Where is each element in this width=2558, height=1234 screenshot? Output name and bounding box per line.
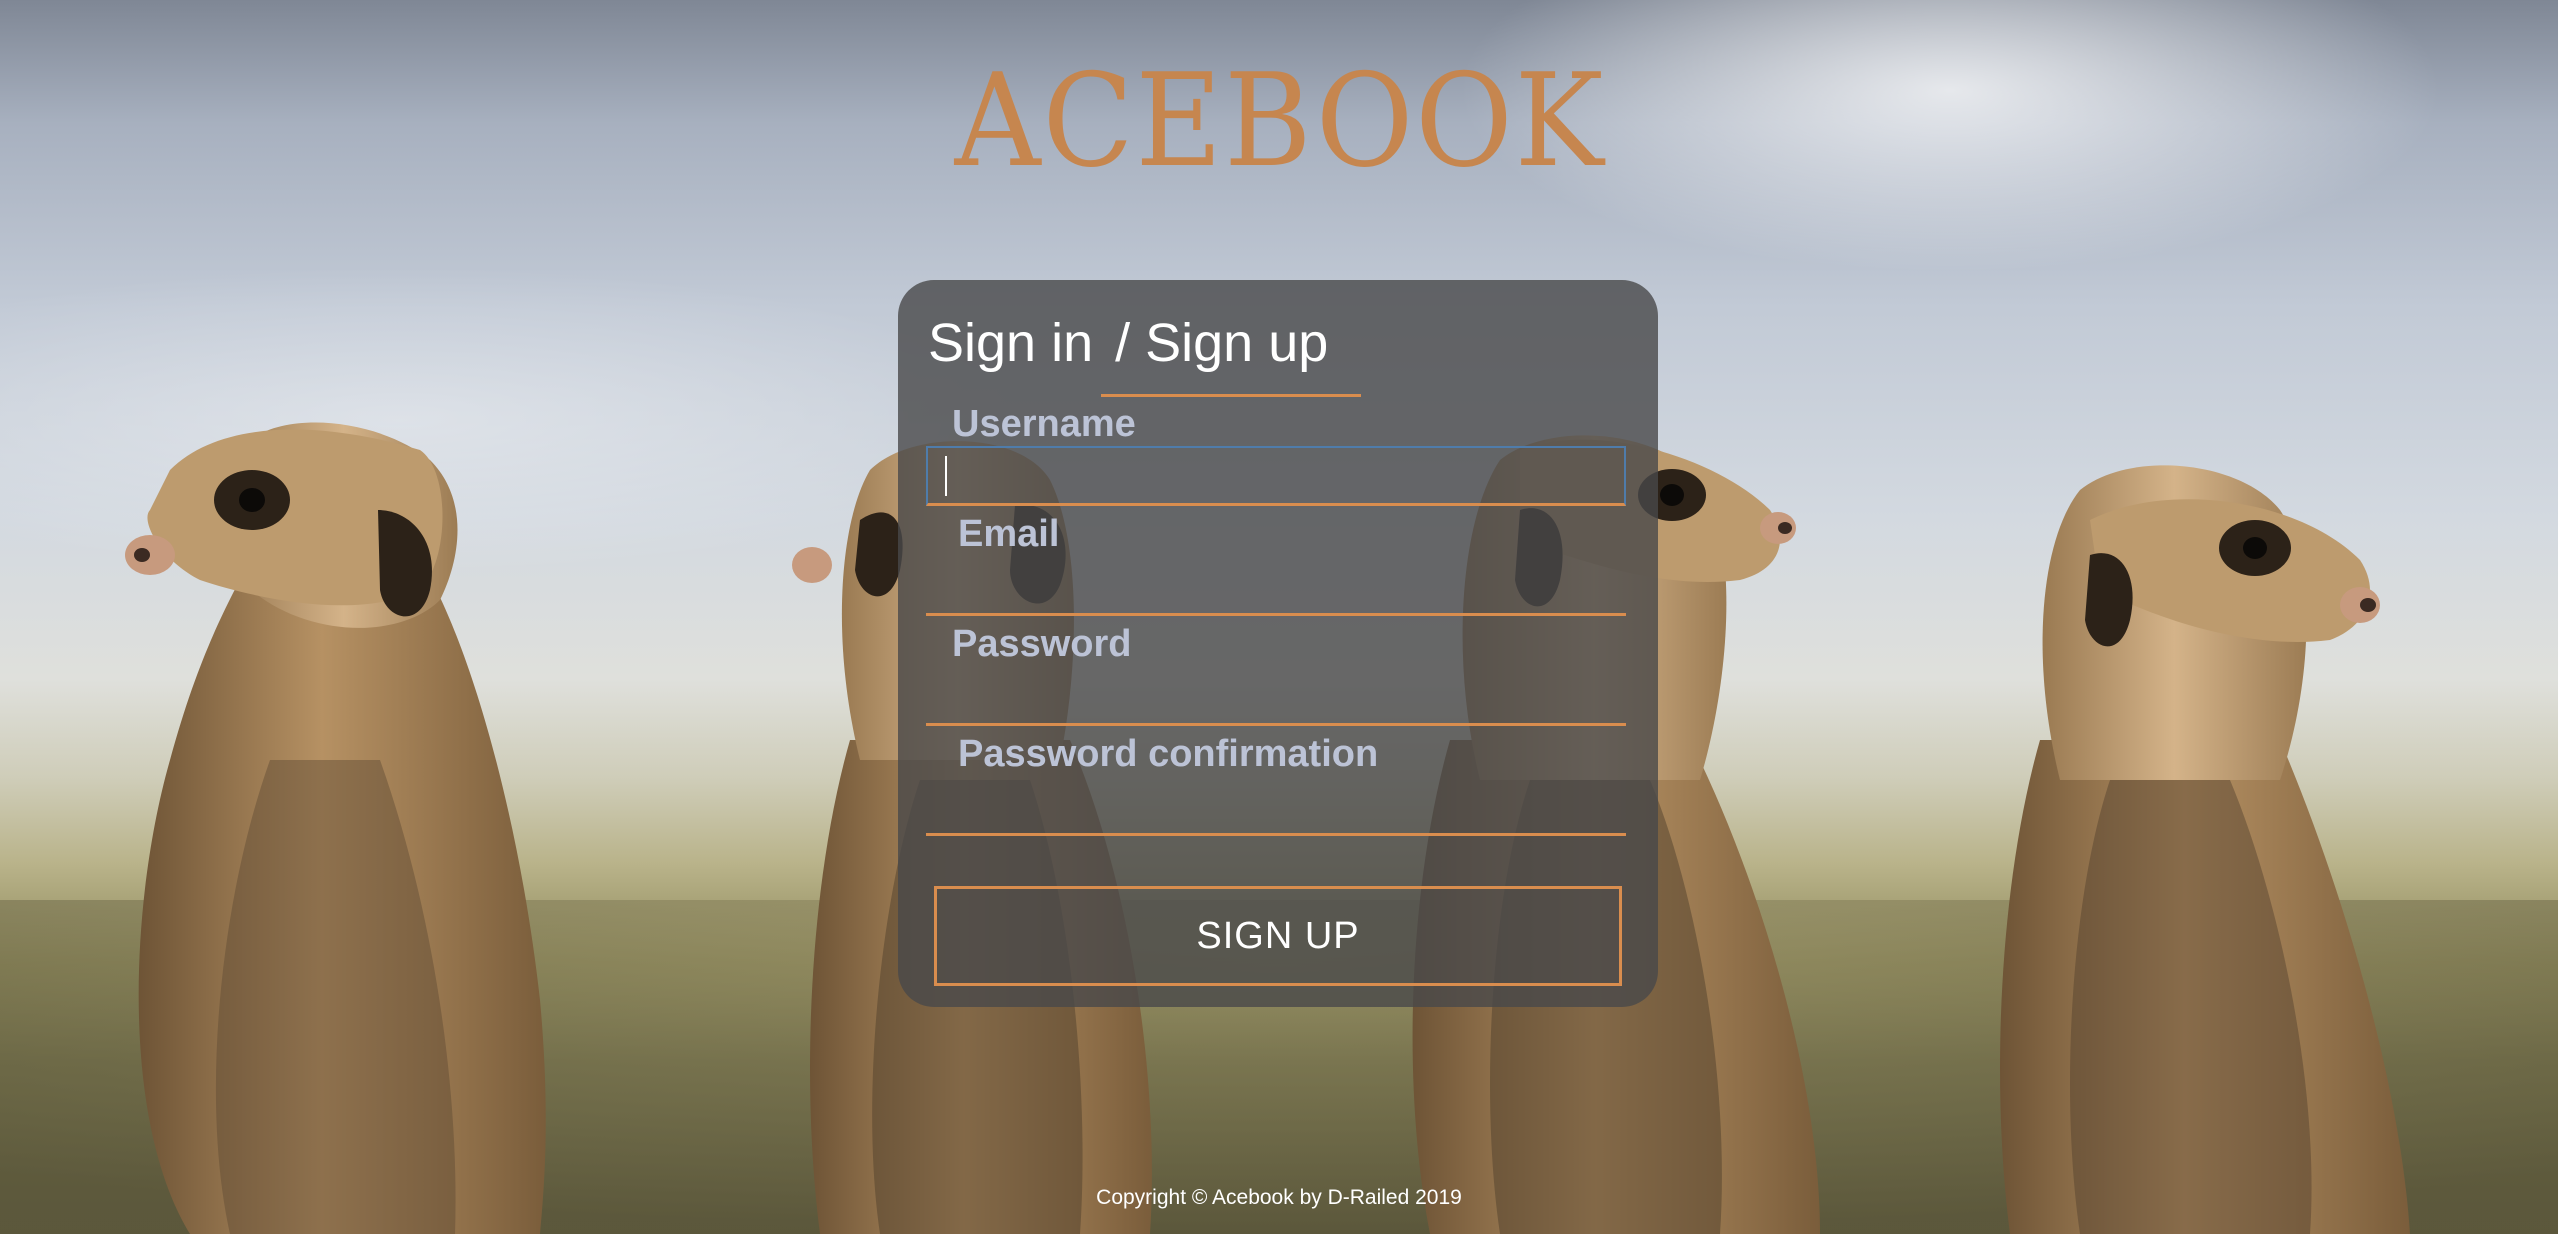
- username-input[interactable]: [926, 446, 1626, 506]
- tab-sign-in[interactable]: Sign in: [928, 313, 1093, 373]
- password-label: Password: [952, 623, 1132, 665]
- tab-sign-up[interactable]: / Sign up: [1115, 313, 1328, 373]
- password-confirmation-label: Password confirmation: [958, 733, 1379, 775]
- email-input[interactable]: [926, 556, 1626, 616]
- password-input[interactable]: [926, 666, 1626, 726]
- password-confirmation-input[interactable]: [926, 776, 1626, 836]
- meerkat-4: [2000, 465, 2410, 1234]
- auth-panel: Sign in / Sign up Username Email Password…: [898, 280, 1658, 1007]
- footer-copyright: Copyright © Acebook by D-Railed 2019: [1096, 1186, 1462, 1209]
- text-caret: [945, 456, 947, 496]
- meerkat-1: [125, 422, 546, 1234]
- sign-up-button[interactable]: SIGN UP: [934, 886, 1622, 986]
- acebook-logo[interactable]: ACEBOOK: [908, 58, 1652, 186]
- auth-tabs: Sign in / Sign up: [928, 308, 1328, 378]
- email-label: Email: [958, 513, 1060, 555]
- username-label: Username: [952, 403, 1136, 445]
- active-tab-underline: [1101, 394, 1361, 397]
